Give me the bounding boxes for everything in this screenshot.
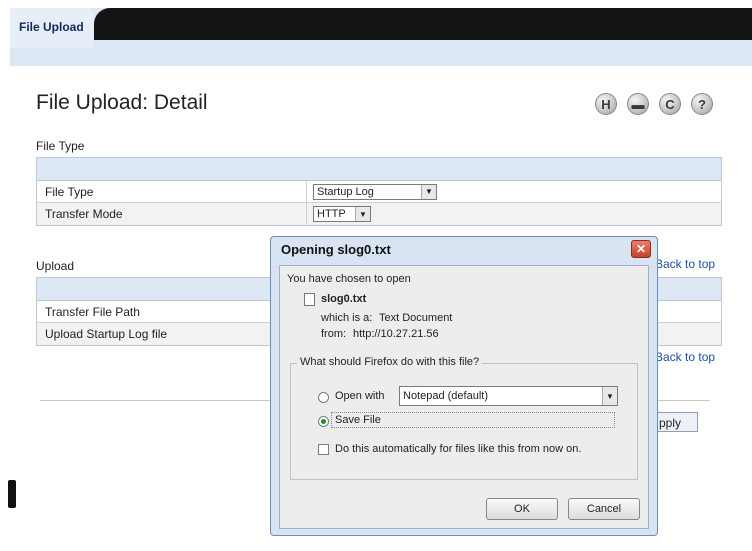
transfer-mode-label: Transfer Mode [45, 207, 123, 221]
file-type-table-header [37, 158, 721, 181]
chevron-down-icon: ▼ [421, 184, 436, 199]
table-row: File Type Startup Log ▼ [37, 181, 721, 203]
back-to-top-link[interactable]: Back to top [655, 257, 715, 271]
dialog-intro: You have chosen to open [287, 273, 411, 285]
top-tab-bar: File Upload [10, 8, 752, 66]
transfer-file-path-label: Transfer File Path [45, 304, 140, 319]
save-file-label: Save File [335, 414, 381, 426]
file-type-table: File Type Startup Log ▼ Transfer Mode HT… [36, 157, 722, 226]
page-title: File Upload: Detail [36, 91, 208, 114]
dialog-title: Opening slog0.txt [281, 242, 391, 257]
refresh-icon[interactable]: C [659, 93, 681, 115]
auto-action-label: Do this automatically for files like thi… [335, 443, 582, 455]
file-open-dialog: Opening slog0.txt ✕ You have chosen to o… [270, 236, 658, 536]
tab-bar-background [94, 8, 752, 40]
chevron-down-icon: ▼ [602, 387, 617, 405]
back-to-top-link[interactable]: Back to top [655, 350, 715, 364]
help-icon[interactable]: ? [691, 93, 713, 115]
file-source-value: http://10.27.21.56 [353, 328, 439, 340]
file-type-info-label: which is a: [321, 312, 373, 324]
upload-section-title: Upload [36, 259, 75, 273]
file-name: slog0.txt [321, 293, 367, 305]
transfer-mode-select[interactable]: HTTP ▼ [313, 206, 371, 222]
file-type-select[interactable]: Startup Log ▼ [313, 183, 437, 200]
upload-startup-log-label: Upload Startup Log file [45, 327, 168, 341]
save-icon[interactable]: H [595, 93, 617, 115]
chevron-down-icon: ▼ [355, 207, 370, 221]
text-file-icon [304, 293, 315, 306]
ok-button[interactable]: OK [486, 498, 558, 520]
tab-file-upload[interactable]: File Upload [10, 8, 94, 48]
dialog-titlebar[interactable]: Opening slog0.txt ✕ [271, 237, 657, 263]
tab-file-upload-label: File Upload [19, 20, 84, 34]
page-toolbar: H ▬ C ? [595, 93, 713, 115]
file-type-info-value: Text Document [379, 312, 453, 324]
file-source-label: from: [321, 328, 347, 340]
open-with-app-value: Notepad (default) [403, 390, 488, 402]
file-type-value: Startup Log [317, 185, 374, 198]
drag-handle[interactable] [8, 480, 16, 508]
print-icon[interactable]: ▬ [627, 93, 649, 115]
apply-button[interactable]: pply [652, 412, 698, 432]
close-icon[interactable]: ✕ [631, 240, 651, 258]
action-fieldset: What should Firefox do with this file? O… [290, 356, 638, 480]
transfer-mode-value: HTTP [317, 208, 346, 220]
table-row: Transfer Mode HTTP ▼ [37, 203, 721, 225]
open-with-label: Open with [335, 390, 385, 402]
action-question: What should Firefox do with this file? [297, 356, 483, 368]
save-file-radio[interactable] [318, 416, 329, 427]
file-type-section-title: File Type [36, 139, 85, 153]
open-with-app-select[interactable]: Notepad (default) ▼ [399, 386, 618, 406]
file-type-label: File Type [45, 184, 94, 199]
auto-action-checkbox[interactable] [318, 444, 329, 455]
open-with-radio[interactable] [318, 392, 329, 403]
dialog-body: You have chosen to open slog0.txt which … [279, 265, 649, 529]
cancel-button[interactable]: Cancel [568, 498, 640, 520]
